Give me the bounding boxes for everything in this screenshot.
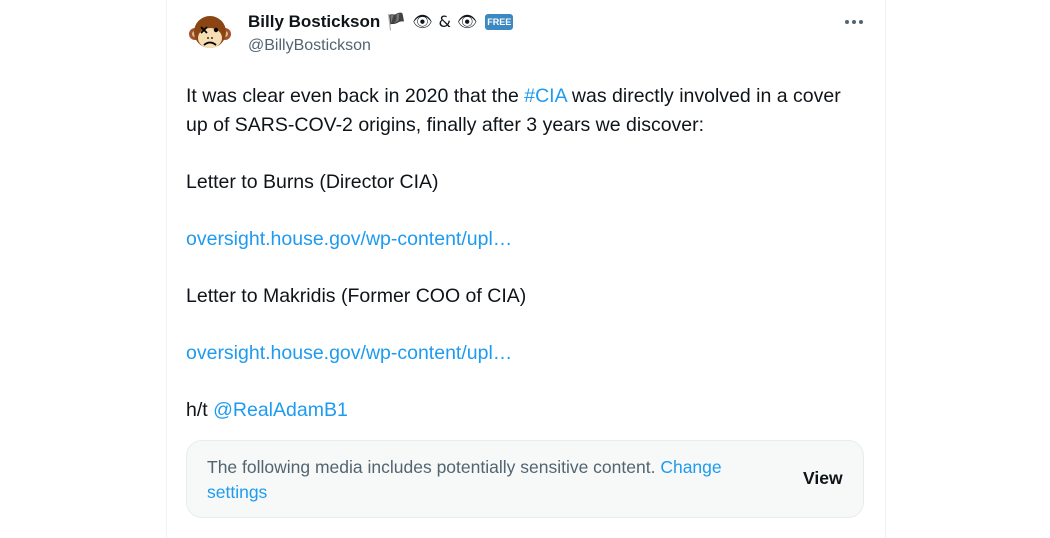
tweet-text-segment: It was clear even back in 2020 that the	[186, 85, 519, 107]
view-button[interactable]: View	[803, 468, 843, 489]
eye-icon: 👁	[412, 12, 433, 31]
link-1[interactable]: oversight.house.gov/wp-content/upl…	[186, 228, 512, 250]
user-name-row[interactable]: Billy Bostickson 🏴 👁 & 👁 FREE	[248, 11, 514, 33]
hat-tip-prefix: h/t	[186, 399, 208, 421]
hat-tip-line: h/t @RealAdamB1	[186, 396, 856, 425]
more-horizontal-icon	[852, 20, 856, 24]
black-flag-icon: 🏴	[386, 12, 407, 31]
letter-2-text: Letter to Makridis (Former COO of CIA)	[186, 285, 527, 307]
user-handle[interactable]: @BillyBostickson	[248, 37, 371, 55]
display-name[interactable]: Billy Bostickson	[248, 12, 380, 32]
avatar[interactable]	[186, 10, 234, 58]
hashtag-link[interactable]: #CIA	[524, 85, 566, 107]
more-horizontal-icon	[859, 20, 863, 24]
more-horizontal-icon	[845, 20, 849, 24]
tweet-paragraph-1: It was clear even back in 2020 that the …	[186, 82, 856, 140]
monkey-avatar-icon	[186, 10, 234, 58]
link-2[interactable]: oversight.house.gov/wp-content/upl…	[186, 342, 512, 364]
mention-link[interactable]: @RealAdamB1	[213, 399, 348, 421]
ampersand-symbol: &	[438, 12, 451, 31]
tweet-text: It was clear even back in 2020 that the …	[186, 82, 856, 425]
eye-icon: 👁	[456, 12, 478, 31]
warning-text: The following media includes potentially…	[207, 457, 656, 477]
letter-1-text: Letter to Burns (Director CIA)	[186, 171, 439, 193]
sensitive-media-text: The following media includes potentially…	[207, 455, 767, 505]
free-badge-icon: FREE	[485, 14, 514, 30]
more-options-button[interactable]	[838, 12, 870, 32]
sensitive-media-warning: The following media includes potentially…	[186, 440, 864, 518]
